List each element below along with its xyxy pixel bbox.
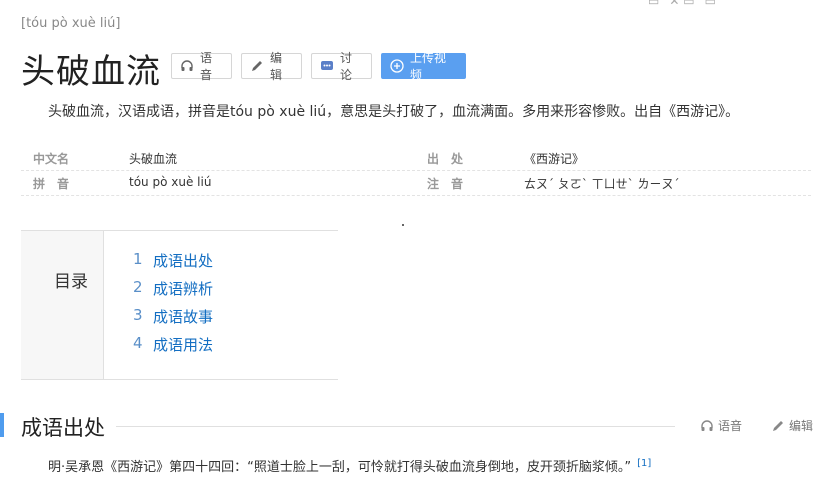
- upload-video-button[interactable]: 上传视频: [381, 51, 466, 82]
- section-divider: [116, 426, 675, 427]
- basic-info-table: 中文名 头破血流 出 处 《西游记》 拼 音 tóu pò xuè liú 注 …: [21, 146, 811, 196]
- toc-item-number: 3: [133, 306, 143, 324]
- decorative-dot: [402, 224, 404, 226]
- header-pinyin: [tóu pò xuè liú]: [21, 16, 121, 31]
- info-key: 拼 音: [33, 177, 70, 191]
- info-row: 中文名 头破血流 出 处 《西游记》: [21, 146, 811, 171]
- toc-item[interactable]: 4 成语用法: [133, 334, 213, 362]
- edit-button-label: 编辑: [270, 51, 283, 82]
- pencil-icon: [250, 59, 264, 73]
- partial-icon[interactable]: ▭: [648, 0, 659, 8]
- toc-item-label[interactable]: 成语用法: [153, 334, 213, 362]
- page-title: 头破血流: [21, 52, 161, 92]
- toc-list: 1 成语出处 2 成语辨析 3 成语故事 4 成语用法: [133, 250, 213, 362]
- section-title: 成语出处: [21, 416, 105, 440]
- toc-item-label[interactable]: 成语辨析: [153, 278, 213, 306]
- toc-item-number: 4: [133, 334, 143, 352]
- info-key: 中文名: [33, 152, 70, 166]
- reference-link[interactable]: [1]: [637, 458, 651, 469]
- pencil-icon: [771, 419, 785, 433]
- upload-video-button-label: 上传视频: [410, 51, 447, 82]
- chat-icon: [320, 59, 334, 73]
- info-value: ㄊㄡˊ ㄆㄛˋ ㄒㄩㄝˋ ㄌㄧㄡˊ: [524, 177, 680, 191]
- toc-item[interactable]: 1 成语出处: [133, 250, 213, 278]
- table-of-contents: 目录 1 成语出处 2 成语辨析 3 成语故事 4 成语用法: [21, 230, 338, 380]
- info-value: 《西游记》: [524, 152, 585, 166]
- plus-circle-icon: [390, 59, 404, 73]
- toc-title: 目录: [54, 272, 88, 292]
- partial-icon[interactable]: ✕ ▭: [669, 0, 694, 8]
- section-audio-button[interactable]: 语音: [700, 417, 742, 434]
- toc-item-label[interactable]: 成语故事: [153, 306, 213, 334]
- toc-header-panel: 目录: [21, 231, 104, 379]
- info-key: 注 音: [427, 177, 464, 191]
- section-accent-bar: [0, 413, 4, 437]
- section-paragraph: 明·吴承恩《西游记》第四十四回：“照道士脸上一刮，可怜就打得头破血流身倒地，皮开…: [48, 456, 651, 475]
- discuss-button-label: 讨论: [340, 51, 353, 82]
- section-audio-label: 语音: [718, 419, 743, 433]
- audio-button[interactable]: 语音: [171, 51, 232, 82]
- summary-text: 头破血流，汉语成语，拼音是tóu pò xuè liú，意思是头打破了，血流满面…: [48, 104, 740, 120]
- toc-item-number: 1: [133, 250, 143, 268]
- info-value: tóu pò xuè liú: [129, 175, 212, 189]
- section-edit-label: 编辑: [789, 419, 814, 433]
- info-row: 拼 音 tóu pò xuè liú 注 音 ㄊㄡˊ ㄆㄛˋ ㄒㄩㄝˋ ㄌㄧㄡˊ: [21, 171, 811, 196]
- discuss-button[interactable]: 讨论: [311, 51, 372, 82]
- audio-button-label: 语音: [200, 51, 213, 82]
- info-key: 出 处: [427, 152, 464, 166]
- toc-item-label[interactable]: 成语出处: [153, 250, 213, 278]
- info-value: 头破血流: [129, 152, 178, 166]
- partial-icon[interactable]: ▭: [705, 0, 716, 8]
- section-edit-button[interactable]: 编辑: [771, 417, 813, 434]
- edit-button[interactable]: 编辑: [241, 51, 302, 82]
- toc-item-number: 2: [133, 278, 143, 296]
- toc-item[interactable]: 3 成语故事: [133, 306, 213, 334]
- toc-item[interactable]: 2 成语辨析: [133, 278, 213, 306]
- section-text: 明·吴承恩《西游记》第四十四回：“照道士脸上一刮，可怜就打得头破血流身倒地，皮开…: [48, 460, 632, 475]
- headphone-icon: [180, 59, 194, 73]
- headphone-icon: [700, 419, 714, 433]
- top-toolbar: ▭ ✕ ▭ ▭: [648, 0, 716, 8]
